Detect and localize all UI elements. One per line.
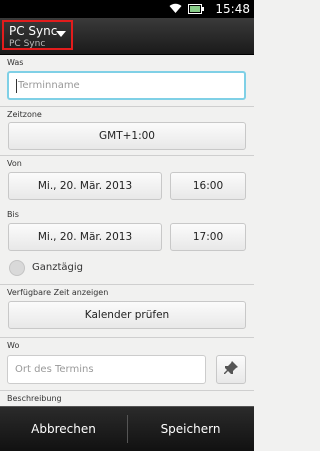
location-pin-button[interactable] <box>216 355 246 384</box>
divider <box>0 106 254 107</box>
wifi-icon <box>169 3 182 17</box>
label-availability: Verfügbare Zeit anzeigen <box>7 288 109 297</box>
pin-icon <box>223 360 239 379</box>
status-bar: 15:48 <box>0 0 254 18</box>
label-timezone: Zeitzone <box>7 110 42 119</box>
save-button[interactable]: Speichern <box>127 407 254 451</box>
from-time-button[interactable]: 16:00 <box>170 172 246 200</box>
to-time-button[interactable]: 17:00 <box>170 223 246 251</box>
cancel-button[interactable]: Abbrechen <box>0 407 127 451</box>
allday-checkbox[interactable] <box>9 260 25 276</box>
calendar-selector[interactable]: PC Sync PC Sync <box>2 20 73 50</box>
label-to: Bis <box>7 210 19 219</box>
allday-label: Ganztägig <box>32 262 83 273</box>
divider <box>0 155 254 156</box>
divider <box>0 390 254 391</box>
title-placeholder: Terminname <box>18 80 80 91</box>
label-description: Beschreibung <box>7 394 62 403</box>
timezone-button[interactable]: GMT+1:00 <box>8 122 246 150</box>
divider <box>0 284 254 285</box>
calendar-account: PC Sync <box>9 39 46 49</box>
bottom-action-bar: Abbrechen Speichern <box>0 406 254 451</box>
location-placeholder: Ort des Termins <box>15 364 94 375</box>
action-bar: PC Sync PC Sync <box>0 18 254 55</box>
location-input[interactable]: Ort des Termins <box>7 355 206 384</box>
to-date-button[interactable]: Mi., 20. Mär. 2013 <box>8 223 162 251</box>
text-cursor <box>16 78 17 93</box>
label-where: Wo <box>7 341 20 350</box>
label-from: Von <box>7 159 22 168</box>
status-time: 15:48 <box>215 2 250 16</box>
battery-icon <box>188 3 204 17</box>
title-input[interactable]: Terminname <box>7 71 246 100</box>
status-icons <box>169 3 204 17</box>
label-was: Was <box>7 58 24 67</box>
dropdown-arrow-icon <box>56 31 66 37</box>
from-date-button[interactable]: Mi., 20. Mär. 2013 <box>8 172 162 200</box>
check-calendar-button[interactable]: Kalender prüfen <box>8 301 246 329</box>
calendar-title: PC Sync <box>9 24 58 38</box>
divider <box>0 337 254 338</box>
